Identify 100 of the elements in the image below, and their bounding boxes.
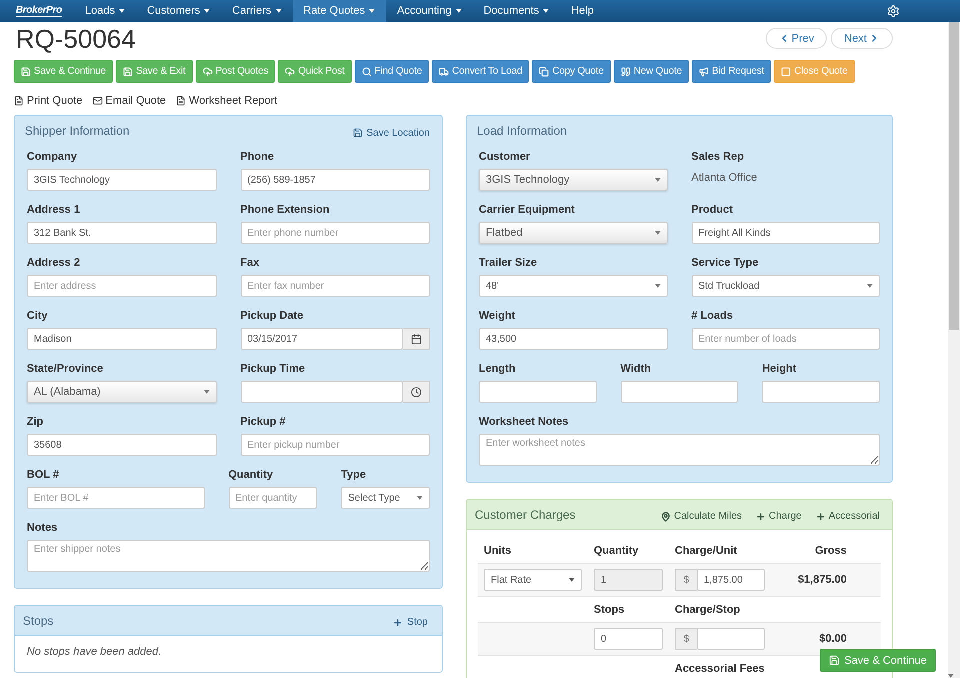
currency-addon: $: [675, 628, 697, 650]
map-pin-icon: [661, 512, 672, 522]
field-label: Width: [620, 362, 652, 377]
panel-action-link[interactable]: Accessorial: [816, 511, 880, 522]
input-field[interactable]: Madison: [27, 328, 216, 350]
settings-icon[interactable]: [887, 4, 900, 18]
megaphone-icon: [699, 66, 710, 76]
charge-field[interactable]: 1,875.00: [697, 569, 765, 591]
prev-button[interactable]: Prev: [766, 28, 828, 49]
add-stop-link[interactable]: Stop: [393, 617, 428, 628]
input-field[interactable]: Enter number of loads: [692, 328, 880, 350]
input-field[interactable]: Enter BOL #: [27, 487, 204, 509]
field-label: Sales Rep: [692, 150, 746, 165]
nav-menu-item[interactable]: Customers: [136, 0, 222, 22]
field-label: Worksheet Notes: [479, 415, 570, 430]
field-label: Company: [27, 150, 78, 165]
empty-message: No stops have been added.: [26, 645, 163, 660]
clock-button[interactable]: [403, 381, 430, 403]
link[interactable]: Email Quote: [92, 95, 166, 107]
column-header: Charge/Stop: [675, 604, 742, 616]
dropdown[interactable]: 3GIS Technology: [479, 169, 668, 191]
search-icon: [362, 66, 372, 76]
save-location-link[interactable]: Save Location: [352, 128, 430, 138]
field-label: Customer: [479, 150, 532, 165]
caret-icon: [417, 496, 423, 500]
caret-icon: [867, 284, 873, 288]
save-icon: [21, 66, 31, 76]
input-field[interactable]: Enter phone number: [240, 222, 430, 244]
nav-menu-item[interactable]: Accounting: [386, 0, 473, 22]
input-field[interactable]: Enter fax number: [240, 275, 430, 297]
time-field[interactable]: [240, 381, 403, 403]
input-field[interactable]: [479, 381, 597, 403]
notes-field[interactable]: Enter shipper notes: [27, 540, 430, 572]
column-header: Accessorial Fees: [675, 662, 765, 674]
toolbar-button[interactable]: Bid Request: [692, 60, 772, 83]
dropdown[interactable]: Select Type: [341, 487, 430, 509]
field-label: Height: [762, 362, 798, 377]
logo[interactable]: BrokerPro: [16, 5, 62, 17]
dropdown[interactable]: AL (Alabama): [27, 381, 216, 403]
dropdown[interactable]: 48': [479, 275, 668, 297]
field-label: Notes: [27, 521, 59, 536]
caret-icon: [569, 578, 575, 582]
dropdown[interactable]: Std Truckload: [692, 275, 880, 297]
input-field[interactable]: Enter quantity: [228, 487, 318, 509]
save-icon: [352, 128, 363, 138]
nav-menu-item[interactable]: Help: [560, 0, 605, 22]
input-field[interactable]: Freight All Kinds: [692, 222, 880, 244]
panel-action-link[interactable]: Calculate Miles: [661, 511, 742, 522]
field-label: Phone Extension: [240, 203, 331, 218]
nav-menu-item[interactable]: Carriers: [221, 0, 293, 22]
caret-icon: [369, 9, 376, 13]
charge-field[interactable]: [697, 628, 765, 650]
field-label: Pickup #: [240, 415, 287, 430]
input-field[interactable]: Enter address: [27, 275, 216, 297]
caret-icon: [276, 9, 282, 13]
input-field[interactable]: 43,500: [479, 328, 668, 350]
scrollbar[interactable]: [948, 22, 960, 678]
square-icon: [781, 66, 792, 76]
stops-field[interactable]: 0: [594, 628, 663, 650]
link[interactable]: Worksheet Report: [176, 95, 278, 107]
nav-menu-item[interactable]: Loads: [74, 0, 136, 22]
caret-icon: [948, 674, 954, 678]
toolbar-button[interactable]: New Quote: [614, 60, 690, 83]
dropdown[interactable]: Flatbed: [479, 222, 668, 244]
link[interactable]: Print Quote: [14, 95, 83, 107]
field-label: Quantity: [228, 468, 274, 483]
document-icon: [14, 96, 24, 106]
input-field[interactable]: 35608: [27, 434, 216, 456]
input-field[interactable]: (256) 589-1857: [240, 169, 430, 191]
toolbar-button[interactable]: Convert To Load: [432, 60, 530, 83]
panel-title: Customer Charges: [475, 508, 576, 522]
plus-icon: [816, 512, 826, 522]
input-field[interactable]: Enter pickup number: [240, 434, 430, 456]
toolbar-button[interactable]: Copy Quote: [532, 60, 611, 83]
column-header: Units: [484, 544, 512, 556]
input-field[interactable]: 3GIS Technology: [27, 169, 216, 191]
clock-icon: [410, 386, 422, 398]
next-button[interactable]: Next: [831, 28, 893, 49]
panel-action-link[interactable]: Charge: [756, 511, 802, 522]
field-label: Type: [341, 468, 368, 483]
field-label: Trailer Size: [479, 256, 538, 271]
toolbar-button[interactable]: Find Quote: [354, 60, 430, 83]
calendar-button[interactable]: [403, 328, 430, 350]
nav-menu-item[interactable]: Documents: [472, 0, 560, 22]
date-field[interactable]: 03/15/2017: [240, 328, 403, 350]
panel-title: Shipper Information: [25, 124, 130, 138]
column-header: Quantity: [594, 544, 640, 556]
input-field[interactable]: 312 Bank St.: [27, 222, 216, 244]
notes-field[interactable]: Enter worksheet notes: [479, 434, 880, 466]
input-field[interactable]: [620, 381, 738, 403]
field-label: Phone: [240, 150, 276, 165]
gross-amount: $1,875.00: [797, 574, 847, 586]
nav-menu-item[interactable]: Rate Quotes: [292, 0, 386, 22]
input-field[interactable]: [762, 381, 880, 403]
dropdown[interactable]: Flat Rate: [484, 569, 582, 591]
field-label: Address 2: [27, 256, 82, 271]
field-label: Pickup Date: [240, 309, 304, 324]
copy-icon: [539, 66, 550, 76]
field-label: Fax: [240, 256, 260, 271]
caret-icon: [456, 9, 462, 13]
